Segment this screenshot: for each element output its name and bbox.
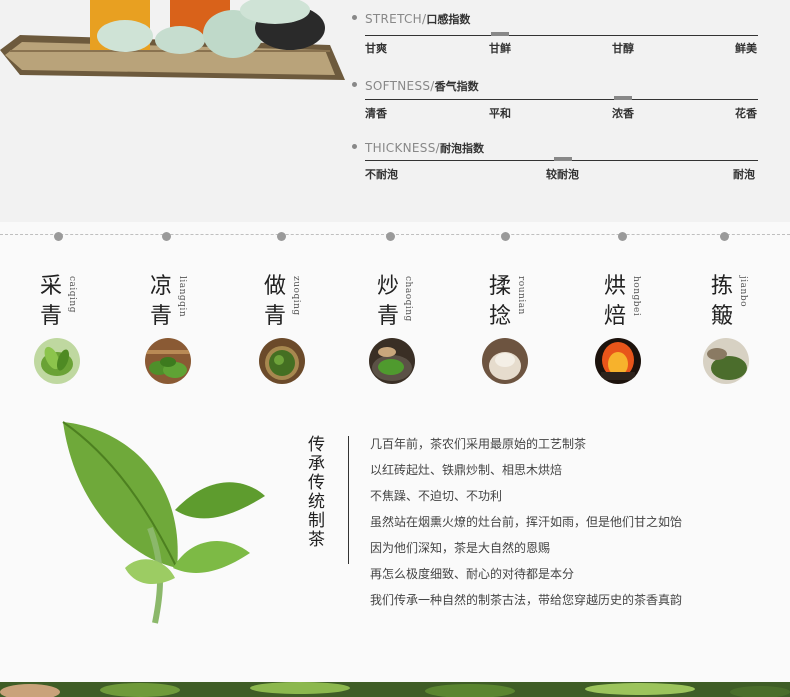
- step-title: 凉青: [150, 274, 173, 329]
- step-pinyin: hongbei: [631, 276, 641, 317]
- tea-set-photo: [0, 0, 345, 80]
- stretch-scale-line: [365, 35, 758, 36]
- craft-description: 几百年前，茶农们采用最原始的工艺制茶 以红砖起灶、铁鼎炒制、相思木烘焙 不焦躁、…: [370, 435, 780, 617]
- stretch-level-marker: [491, 32, 509, 36]
- process-step-liangqing: 凉青 liangqin: [124, 230, 214, 390]
- thickness-label: 耐泡: [733, 168, 755, 181]
- wok-frying-photo: [369, 338, 415, 384]
- process-step-zuoqing: 做青 zuoqing: [238, 230, 328, 390]
- process-step-caiqing: 采青 caiqing: [14, 230, 104, 390]
- tea-garden-photo-strip: [0, 682, 790, 697]
- bullet-dot-icon: [352, 15, 357, 20]
- step-dot-icon: [720, 232, 729, 241]
- step-dot-icon: [501, 232, 510, 241]
- softness-scale-line: [365, 99, 758, 100]
- stretch-index-title: STRETCH/口感指数: [352, 11, 470, 27]
- tea-process-section: 采青 caiqing 凉青 liangqin 做青 zuoqing 炒青 cha…: [0, 222, 790, 682]
- step-dot-icon: [618, 232, 627, 241]
- craft-line: 再怎么极度细致、耐心的对待都是本分: [370, 567, 575, 581]
- stretch-label: 鲜美: [735, 42, 757, 55]
- tea-bud-photo: [34, 338, 80, 384]
- craft-line: 因为他们深知，茶是大自然的恩赐: [370, 541, 551, 555]
- softness-label: 浓香: [612, 107, 634, 120]
- step-pinyin: rounian: [516, 276, 526, 315]
- bullet-dot-icon: [352, 144, 357, 149]
- process-step-jianbo: 拣簸 jianbo: [685, 230, 775, 390]
- stretch-label: 甘醇: [612, 42, 634, 55]
- step-title: 拣簸: [711, 274, 734, 329]
- step-title: 做青: [264, 274, 287, 329]
- thickness-label: 不耐泡: [365, 168, 398, 181]
- craft-divider: [348, 436, 349, 564]
- craft-line: 几百年前，茶农们采用最原始的工艺制茶: [370, 437, 587, 451]
- craft-title: 传承传统制茶: [308, 435, 325, 550]
- tea-tray-photo: [259, 338, 305, 384]
- step-dot-icon: [54, 232, 63, 241]
- process-step-rounian: 揉捻 rounian: [463, 230, 553, 390]
- step-dot-icon: [277, 232, 286, 241]
- bullet-dot-icon: [352, 82, 357, 87]
- step-pinyin: liangqin: [177, 276, 187, 318]
- step-title: 炒青: [377, 274, 400, 329]
- step-title: 烘焙: [604, 274, 627, 329]
- step-pinyin: chaoqing: [403, 276, 413, 322]
- spread-leaves-photo: [145, 338, 191, 384]
- craft-line: 我们传承一种自然的制茶古法，带给您穿越历史的茶香真韵: [370, 593, 683, 607]
- stretch-label: 甘鲜: [489, 42, 511, 55]
- tea-index-section: STRETCH/口感指数 甘爽 甘鲜 甘醇 鲜美 SOFTNESS/香气指数 清…: [0, 0, 790, 222]
- craft-line: 不焦躁、不迫切、不功利: [370, 489, 503, 503]
- process-step-chaoqing: 炒青 chaoqing: [352, 230, 442, 390]
- craft-line: 虽然站在烟熏火燎的灶台前，挥汗如雨，但是他们甘之如饴: [370, 515, 683, 529]
- step-title: 采青: [40, 274, 63, 329]
- step-title: 揉捻: [489, 274, 512, 329]
- charcoal-fire-photo: [595, 338, 641, 384]
- step-pinyin: zuoqing: [291, 276, 301, 316]
- tea-leaf-illustration: [62, 421, 265, 624]
- rolled-bundle-photo: [482, 338, 528, 384]
- step-pinyin: jianbo: [738, 276, 748, 308]
- softness-label: 花香: [735, 107, 757, 120]
- softness-label: 平和: [489, 107, 511, 120]
- process-step-hongbei: 烘焙 hongbei: [578, 230, 668, 390]
- step-dot-icon: [162, 232, 171, 241]
- thickness-label: 较耐泡: [546, 168, 579, 181]
- craft-line: 以红砖起灶、铁鼎炒制、相思木烘焙: [370, 463, 563, 477]
- thickness-level-marker: [554, 157, 572, 161]
- thickness-index-title: THICKNESS/耐泡指数: [352, 140, 484, 156]
- step-dot-icon: [386, 232, 395, 241]
- softness-level-marker: [614, 96, 632, 100]
- softness-label: 清香: [365, 107, 387, 120]
- step-pinyin: caiqing: [67, 276, 77, 313]
- sorting-tray-photo: [703, 338, 749, 384]
- softness-index-title: SOFTNESS/香气指数: [352, 78, 479, 94]
- stretch-label: 甘爽: [365, 42, 387, 55]
